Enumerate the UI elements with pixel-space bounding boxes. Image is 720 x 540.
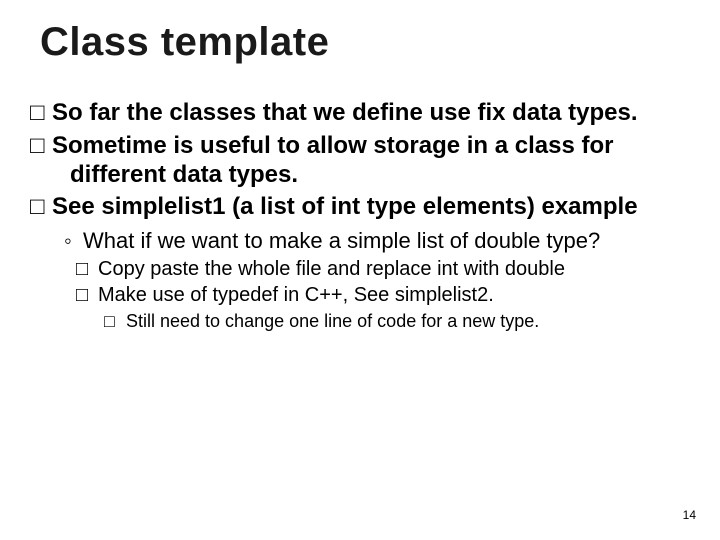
- bullet-3-sub-2-i-text: Still need to change one line of code fo…: [126, 311, 539, 331]
- bullet-3-sub-text: What if we want to make a simple list of…: [83, 228, 600, 253]
- bullet-3-sub: ◦What if we want to make a simple list o…: [40, 228, 680, 255]
- bullet-3: □See simplelist1 (a list of int type ele…: [40, 193, 680, 222]
- bullet-1: □So far the classes that we define use f…: [40, 99, 680, 128]
- slide-title: Class template: [40, 20, 680, 65]
- bullet-3-sub-2-text: Make use of typedef in C++, See simpleli…: [98, 284, 494, 306]
- page-number: 14: [683, 508, 696, 522]
- bullet-2-text: Sometime is useful to allow storage in a…: [52, 132, 614, 188]
- bullet-1-text: So far the classes that we define use fi…: [52, 99, 638, 126]
- bullet-2: □Sometime is useful to allow storage in …: [40, 132, 680, 190]
- bullet-3-text: See simplelist1 (a list of int type elem…: [52, 193, 638, 220]
- bullet-3-sub-2-i: □Still need to change one line of code f…: [40, 310, 680, 333]
- bullet-3-sub-1: □Copy paste the whole file and replace i…: [40, 257, 680, 281]
- slide: Class template □So far the classes that …: [0, 0, 720, 540]
- bullet-3-sub-1-text: Copy paste the whole file and replace in…: [98, 258, 565, 280]
- bullet-3-sub-2: □Make use of typedef in C++, See simplel…: [40, 283, 680, 307]
